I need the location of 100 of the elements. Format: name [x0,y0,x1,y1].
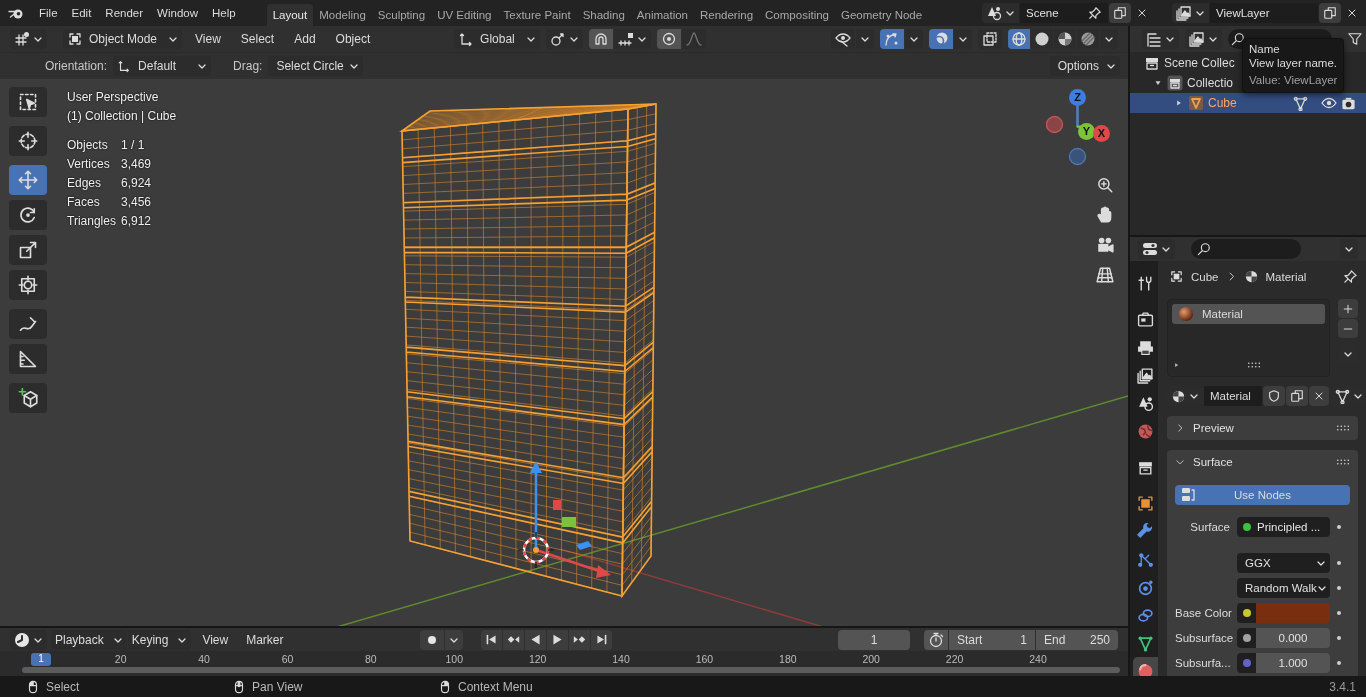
view-layer-type-button[interactable] [1172,3,1209,23]
orientation-dropdown[interactable]: Default [113,55,212,76]
keyframe-dot[interactable] [1337,525,1341,529]
proportional-toggle[interactable] [656,28,681,49]
next-keyframe-button[interactable] [569,629,590,650]
shading-button[interactable] [1077,28,1099,49]
workspace-tab[interactable]: Texture Paint [497,4,577,26]
copy-button[interactable] [1286,386,1308,406]
menu-item[interactable]: Marker [239,632,291,647]
eye-pointer-toggle[interactable] [831,28,855,49]
workspace-tab[interactable]: Compositing [759,4,835,26]
tool-button[interactable] [9,199,47,230]
workspace-tab[interactable]: Geometry Node [835,4,929,26]
jump-start-button[interactable] [481,629,502,650]
jump-end-button[interactable] [591,629,612,650]
number-field[interactable]: 0.000 [1256,628,1330,648]
axis-button[interactable]: Z [1069,88,1086,106]
remove-slot-button[interactable] [1338,319,1358,338]
editor-type-button[interactable] [10,629,47,650]
snap-toggle[interactable] [588,28,613,49]
workspace-tab[interactable]: Modeling [313,4,372,26]
start-frame-field[interactable]: Start 1 [949,629,1035,650]
menu-item[interactable]: View [195,632,236,647]
menu-item[interactable]: Add [287,31,323,46]
tool-button[interactable] [9,125,47,156]
menu-item[interactable]: Window [150,7,205,19]
keyframe-dot[interactable] [1337,561,1341,565]
axis-button[interactable]: Y [1078,122,1095,140]
menu-item[interactable]: Edit [64,7,99,19]
menu-item[interactable]: Render [98,7,151,19]
dropdown-field[interactable]: Random Walk [1237,578,1330,598]
menu-item[interactable]: Object [328,31,378,46]
use-nodes-button[interactable]: Use Nodes [1175,485,1350,505]
panel-header[interactable]: Preview [1167,416,1358,440]
view-layer-dropdown[interactable] [1185,29,1222,49]
shading-dropdown[interactable] [1100,28,1118,49]
display-mode-dropdown[interactable] [1142,29,1179,49]
pivot-dropdown[interactable] [545,28,583,49]
menu-item[interactable]: File [32,7,65,19]
stopwatch-button[interactable] [924,629,948,650]
tool-button[interactable] [9,86,47,117]
unlink-button[interactable] [1309,386,1329,406]
shading-button[interactable] [1054,28,1076,49]
dropdown-field[interactable]: GGX [1237,553,1330,573]
tool-button[interactable] [9,234,47,265]
record-button[interactable] [420,629,444,650]
keyframe-dot[interactable] [1337,636,1341,640]
frame-field[interactable]: 1 [838,629,910,650]
play-button[interactable] [547,629,568,650]
keyframe-dot[interactable] [1337,661,1341,665]
add-slot-button[interactable] [1338,299,1358,318]
dropdown-button[interactable] [1340,239,1358,259]
shading-button[interactable] [1008,28,1030,49]
current-frame-marker[interactable]: 1 [31,653,51,667]
copy-button[interactable] [1319,3,1341,23]
search-field[interactable] [1191,239,1301,259]
prev-keyframe-button[interactable] [503,629,524,650]
snap-dropdown[interactable] [613,28,651,49]
editor-type-button[interactable] [1138,239,1175,259]
panel-header[interactable]: Surface [1167,450,1358,474]
tool-button[interactable] [9,308,47,339]
orientation-dropdown[interactable]: Global [454,28,540,49]
menu-item[interactable]: Select [233,31,282,46]
tool-button[interactable] [9,269,47,300]
menu-item[interactable]: View [188,31,228,46]
workspace-tab[interactable]: Shading [576,4,631,26]
workspace-tab[interactable]: Layout [266,4,314,26]
drag-dropdown[interactable]: Select Circle [268,55,363,76]
shader-link-field[interactable]: Principled ... [1237,517,1330,537]
scene-field[interactable]: Scene [1020,3,1108,23]
end-frame-field[interactable]: End 250 [1036,629,1118,650]
workspace-tab[interactable]: Animation [630,4,694,26]
gizmo-toggle[interactable] [880,28,904,49]
keyframe-dot[interactable] [1337,586,1341,590]
keying-dropdown[interactable]: Keying [127,629,192,650]
scrollbar[interactable] [22,667,1120,674]
tool-button[interactable] [9,164,47,195]
playback-dropdown[interactable]: Playback [51,629,127,650]
tree-item[interactable]: Cube [1208,96,1237,110]
tree-item[interactable]: Scene Collec [1164,56,1235,70]
menu-item[interactable]: Help [205,7,243,19]
tool-button[interactable] [9,343,47,374]
editor-type-button[interactable] [10,28,47,49]
material-slot[interactable]: Material [1172,304,1325,324]
mode-dropdown[interactable]: Object Mode [63,28,183,49]
overlay-toggle[interactable] [929,28,953,49]
xray-toggle[interactable] [978,28,1002,49]
dropdown-button[interactable] [445,629,463,650]
view-layer-field[interactable]: ViewLayer [1210,3,1318,23]
fake-user-button[interactable] [1263,386,1285,406]
workspace-tab[interactable]: Rendering [694,4,760,26]
axis-button[interactable]: X [1093,124,1110,142]
number-field[interactable]: 1.000 [1256,653,1330,673]
scene-type-button[interactable] [982,3,1019,23]
play-reverse-button[interactable] [525,629,546,650]
material-name-field[interactable]: Material [1204,386,1262,406]
tool-button[interactable] [9,382,47,413]
shading-button[interactable] [1031,28,1053,49]
workspace-tab[interactable]: Sculpting [371,4,432,26]
keyframe-dot[interactable] [1337,611,1341,615]
